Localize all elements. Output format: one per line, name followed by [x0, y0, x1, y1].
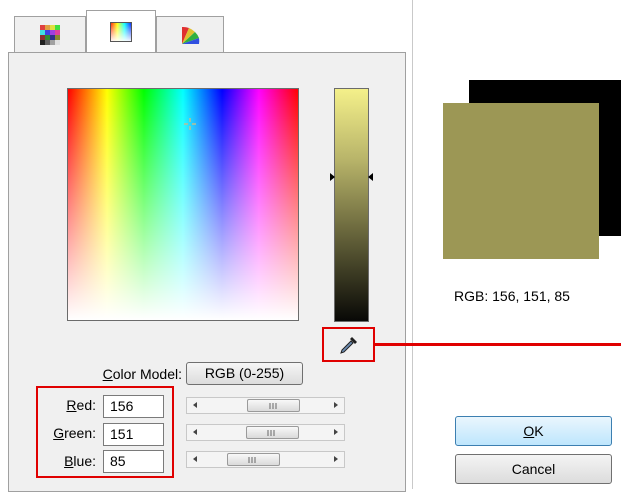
- eyedropper-button[interactable]: [322, 327, 375, 362]
- red-scroll-thumb[interactable]: [247, 399, 301, 412]
- blue-scrollbar[interactable]: [186, 451, 345, 468]
- blue-label: Blue:: [64, 453, 96, 469]
- luminance-bar[interactable]: [334, 88, 369, 322]
- blue-input[interactable]: 85: [103, 450, 164, 473]
- red-scroll-left-arrow[interactable]: [193, 402, 197, 408]
- ok-button[interactable]: OK: [455, 416, 612, 446]
- cancel-button[interactable]: Cancel: [455, 454, 612, 484]
- swatch-grid-icon: [40, 24, 60, 45]
- green-scroll-left-arrow[interactable]: [193, 429, 197, 435]
- rgb-readout: RGB: 156, 151, 85: [454, 288, 570, 304]
- tab-color-gradient[interactable]: [86, 10, 156, 53]
- red-label: Red:: [66, 397, 96, 413]
- blue-scroll-left-arrow[interactable]: [193, 456, 197, 462]
- blue-scroll-thumb[interactable]: [226, 453, 280, 466]
- green-scroll-right-arrow[interactable]: [334, 429, 338, 435]
- hue-saturation-field[interactable]: [67, 88, 299, 321]
- red-input[interactable]: 156: [103, 395, 164, 418]
- color-wheel-icon: [182, 26, 200, 44]
- tab-swatches[interactable]: [14, 16, 86, 52]
- blue-scroll-right-arrow[interactable]: [334, 456, 338, 462]
- green-scrollbar[interactable]: [186, 424, 345, 441]
- tab-color-wheel[interactable]: [156, 16, 224, 52]
- red-scrollbar[interactable]: [186, 397, 345, 414]
- red-scroll-right-arrow[interactable]: [334, 402, 338, 408]
- color-model-dropdown[interactable]: RGB (0-255): [186, 362, 303, 385]
- green-scroll-thumb[interactable]: [245, 426, 299, 439]
- eyedropper-icon: [340, 337, 357, 354]
- color-field-crosshair-icon[interactable]: [184, 118, 196, 130]
- luminance-slider-right-arrow[interactable]: [368, 173, 373, 181]
- green-label: Green:: [53, 425, 96, 441]
- highlight-connector-line: [375, 343, 621, 346]
- luminance-slider-left-arrow[interactable]: [330, 173, 335, 181]
- green-input[interactable]: 151: [103, 423, 164, 446]
- new-color-swatch: [443, 103, 599, 259]
- color-model-label: Color Model:: [102, 366, 182, 382]
- color-gradient-icon: [110, 22, 132, 42]
